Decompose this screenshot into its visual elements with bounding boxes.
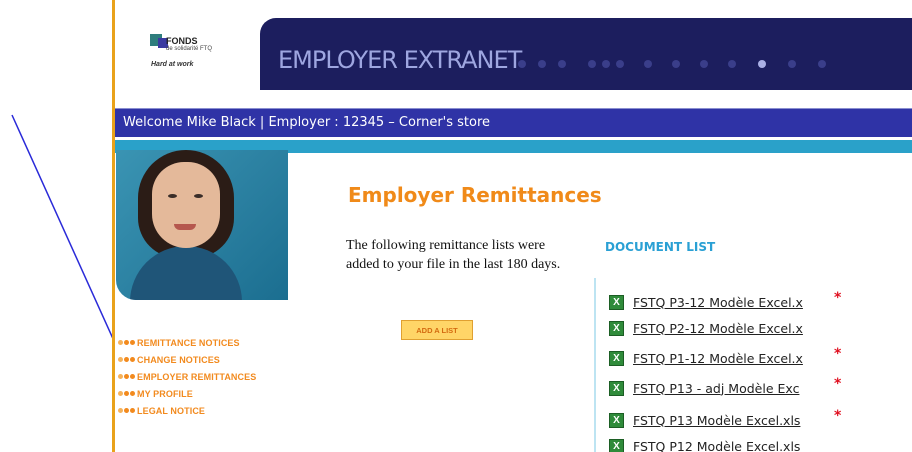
- document-link[interactable]: FSTQ P13 Modèle Excel.xls: [633, 413, 818, 428]
- logo-name: FONDS: [166, 36, 198, 46]
- nav-item-label: MY PROFILE: [137, 388, 193, 399]
- banner-dot: [672, 60, 680, 68]
- new-document-star: *: [834, 290, 842, 306]
- banner-dot: [788, 60, 796, 68]
- intro-text: The following remittance lists were adde…: [346, 238, 561, 272]
- nav-item-label: CHANGE NOTICES: [137, 354, 220, 365]
- banner-dot: [518, 60, 526, 68]
- excel-file-icon: X: [609, 294, 624, 310]
- excel-file-icon: X: [609, 320, 624, 336]
- banner-dot-highlight: [758, 60, 766, 68]
- banner-dot: [728, 60, 736, 68]
- left-nav: REMITTANCE NOTICES CHANGE NOTICES EMPLOY…: [118, 334, 256, 419]
- nav-item-change-notices[interactable]: CHANGE NOTICES: [118, 351, 256, 368]
- document-link[interactable]: FSTQ P13 - adj Modèle Exc: [633, 381, 818, 396]
- bullet-dots-icon: [118, 391, 135, 396]
- banner-title: EMPLOYER EXTRANET: [278, 46, 522, 74]
- document-list-item[interactable]: X FSTQ P13 - adj Modèle Exc *: [609, 376, 841, 398]
- document-link[interactable]: FSTQ P1-12 Modèle Excel.x: [633, 351, 818, 366]
- add-list-button[interactable]: ADD A LIST: [401, 320, 473, 340]
- document-list-item[interactable]: X FSTQ P13 Modèle Excel.xls *: [609, 408, 841, 430]
- nav-item-my-profile[interactable]: MY PROFILE: [118, 385, 256, 402]
- logo-tagline: Hard at work: [151, 61, 194, 68]
- excel-file-icon: X: [609, 350, 624, 366]
- excel-file-icon: X: [609, 380, 624, 396]
- nav-item-legal-notice[interactable]: LEGAL NOTICE: [118, 402, 256, 419]
- bullet-dots-icon: [118, 357, 135, 362]
- new-document-star: *: [834, 408, 842, 424]
- excel-file-icon: X: [609, 438, 624, 452]
- welcome-text: Welcome Mike Black | Employer : 12345 – …: [123, 115, 491, 130]
- logo-subtitle: de solidarité FTQ: [166, 46, 213, 52]
- nav-item-remittance-notices[interactable]: REMITTANCE NOTICES: [118, 334, 256, 351]
- new-document-star: *: [834, 346, 842, 362]
- document-link[interactable]: FSTQ P12 Modèle Excel.xls: [633, 439, 818, 452]
- bullet-dots-icon: [118, 374, 135, 379]
- document-list-item[interactable]: X FSTQ P2-12 Modèle Excel.x: [609, 318, 818, 338]
- document-link[interactable]: FSTQ P3-12 Modèle Excel.x: [633, 295, 818, 310]
- banner-dot: [558, 60, 566, 68]
- banner-dot: [538, 60, 546, 68]
- welcome-bar: Welcome Mike Black | Employer : 12345 – …: [115, 108, 912, 137]
- banner-dots-decoration: [518, 58, 908, 70]
- nav-item-employer-remittances[interactable]: EMPLOYER REMITTANCES: [118, 368, 256, 385]
- photo-mouth: [174, 224, 196, 230]
- extranet-banner: EMPLOYER EXTRANET: [260, 18, 912, 90]
- bullet-dots-icon: [118, 340, 135, 345]
- document-list-item[interactable]: X FSTQ P12 Modèle Excel.xls: [609, 436, 818, 452]
- photo-eye-right: [194, 194, 203, 198]
- banner-dot: [602, 60, 610, 68]
- page-title: Employer Remittances: [348, 183, 602, 207]
- banner-dot: [644, 60, 652, 68]
- document-list-item[interactable]: X FSTQ P1-12 Modèle Excel.x *: [609, 346, 841, 368]
- header-photo: [116, 150, 288, 300]
- nav-item-label: LEGAL NOTICE: [137, 405, 206, 416]
- photo-eye-left: [168, 194, 177, 198]
- document-list-heading: DOCUMENT LIST: [605, 240, 716, 254]
- photo-shoulders: [130, 246, 242, 300]
- new-document-star: *: [834, 376, 842, 392]
- banner-dot: [700, 60, 708, 68]
- nav-item-label: REMITTANCE NOTICES: [137, 337, 240, 348]
- banner-dot: [616, 60, 624, 68]
- document-list-item[interactable]: X FSTQ P3-12 Modèle Excel.x *: [609, 290, 841, 312]
- document-link[interactable]: FSTQ P2-12 Modèle Excel.x: [633, 321, 818, 336]
- extranet-window: FONDS de solidarité FTQ Hard at work EMP…: [112, 0, 912, 452]
- banner-dot: [818, 60, 826, 68]
- document-list-divider: [594, 278, 596, 452]
- fonds-ftq-logo[interactable]: FONDS de solidarité FTQ Hard at work: [120, 14, 260, 76]
- excel-file-icon: X: [609, 412, 624, 428]
- nav-item-label: EMPLOYER REMITTANCES: [137, 371, 257, 382]
- bullet-dots-icon: [118, 408, 135, 413]
- banner-dot: [588, 60, 596, 68]
- photo-face: [152, 162, 220, 248]
